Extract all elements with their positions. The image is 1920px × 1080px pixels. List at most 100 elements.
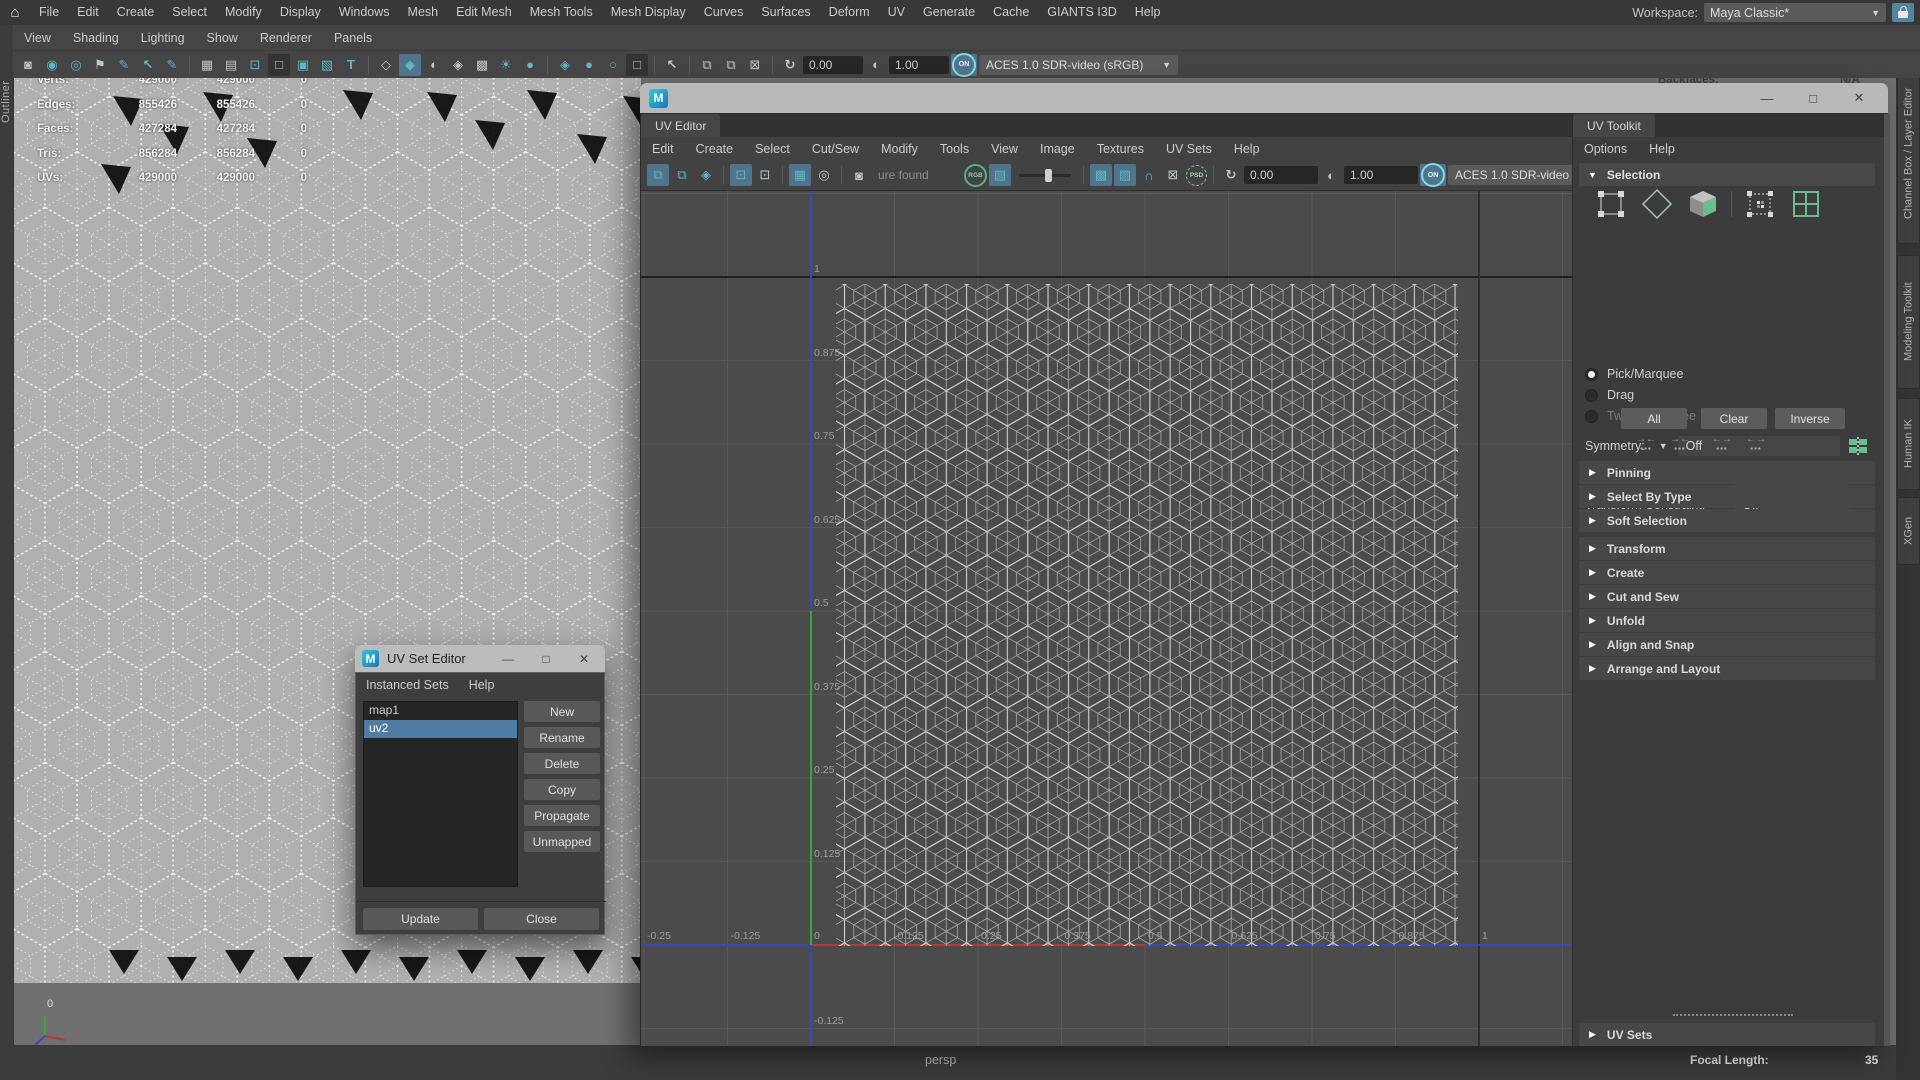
- uv-menu-item[interactable]: Select: [744, 142, 801, 156]
- side-tab[interactable]: Modeling Toolkit: [1897, 255, 1920, 389]
- uv-set-action-button[interactable]: Propagate: [524, 805, 600, 826]
- dim-image-icon[interactable]: [754, 164, 776, 186]
- minimize-icon[interactable]: —: [489, 645, 527, 672]
- image-ratio-icon[interactable]: [1114, 164, 1136, 186]
- pivot-tool-icon[interactable]: [137, 54, 159, 76]
- uv-menu-item[interactable]: Help: [1223, 142, 1271, 156]
- collapsed-section[interactable]: ▶ Soft Selection: [1579, 509, 1875, 532]
- field-chart-icon[interactable]: [292, 54, 314, 76]
- menu-item[interactable]: Surfaces: [752, 0, 819, 25]
- colorspace-dropdown[interactable]: ACES 1.0 SDR-video (sRGB) ▼: [979, 54, 1178, 75]
- menu-item[interactable]: Create: [108, 0, 164, 25]
- panel-menu-item[interactable]: Lighting: [130, 31, 196, 45]
- close-icon[interactable]: ✕: [565, 645, 603, 672]
- uv-menu-item[interactable]: Create: [685, 142, 745, 156]
- edge-select-icon[interactable]: [1639, 186, 1675, 222]
- uv-editor-titlebar[interactable]: M — □ ✕: [640, 83, 1888, 113]
- uv-menu-item[interactable]: Textures: [1086, 142, 1155, 156]
- shrink-shell-icon[interactable]: →← ▪▪▪: [1667, 435, 1693, 455]
- mode-radio[interactable]: Drag: [1585, 388, 1634, 402]
- action-button[interactable]: All: [1621, 408, 1687, 429]
- panel-menu-item[interactable]: Renderer: [249, 31, 323, 45]
- maximize-icon[interactable]: □: [1790, 83, 1836, 113]
- dialog-menu-item[interactable]: Help: [459, 678, 505, 692]
- panel-menu-item[interactable]: Shading: [62, 31, 130, 45]
- uv-shell-select-icon[interactable]: [1788, 186, 1824, 222]
- bookmark-icon[interactable]: [89, 54, 111, 76]
- tab-uv-toolkit[interactable]: UV Toolkit: [1573, 114, 1655, 137]
- view-transform-toggle[interactable]: ON: [951, 52, 977, 77]
- dialog-menu-item[interactable]: Instanced Sets: [356, 678, 459, 692]
- isolate-select-icon[interactable]: [661, 54, 683, 76]
- menu-item[interactable]: Edit Mesh: [447, 0, 521, 25]
- pixel-snap-icon[interactable]: [789, 164, 811, 186]
- menu-item[interactable]: GIANTS I3D: [1038, 0, 1125, 25]
- textured-icon[interactable]: [447, 54, 469, 76]
- workspace-lock-button[interactable]: [1892, 3, 1914, 22]
- tab-uv-editor[interactable]: UV Editor: [641, 114, 721, 137]
- grow-selection-icon[interactable]: ←→ ▪▪▪: [1743, 435, 1769, 455]
- pencil-icon[interactable]: [161, 54, 183, 76]
- maximize-icon[interactable]: □: [527, 645, 565, 672]
- stack-shells-icon[interactable]: [671, 164, 693, 186]
- menu-item[interactable]: UV: [879, 0, 914, 25]
- toolkit-scrollbar[interactable]: [1884, 114, 1890, 1046]
- uv-set-editor-titlebar[interactable]: M UV Set Editor — □ ✕: [355, 645, 605, 672]
- uv-set-action-button[interactable]: Delete: [524, 753, 600, 774]
- distortion-icon[interactable]: [695, 164, 717, 186]
- uv-set-action-button[interactable]: New: [524, 701, 600, 722]
- side-tab[interactable]: Channel Box / Layer Editor: [1897, 62, 1920, 244]
- zoom-region-icon[interactable]: [744, 54, 766, 76]
- menu-item[interactable]: Deform: [820, 0, 879, 25]
- collapsed-section[interactable]: ▶ Select By Type: [1579, 485, 1875, 508]
- uv-set-action-button[interactable]: Unmapped: [524, 831, 600, 852]
- face-select-icon[interactable]: [1685, 186, 1721, 222]
- menu-item[interactable]: Curves: [695, 0, 753, 25]
- uv-gamma-field[interactable]: 1.00: [1344, 166, 1418, 184]
- exposure-field[interactable]: 0.00: [803, 55, 863, 74]
- psd-update-icon[interactable]: PSD: [1186, 164, 1207, 186]
- uv-set-list[interactable]: map1 uv2: [363, 701, 518, 887]
- toolkit-menu-item[interactable]: Help: [1638, 142, 1686, 156]
- shadows-icon[interactable]: [519, 54, 541, 76]
- uv-select-icon[interactable]: [1742, 186, 1778, 222]
- wireframe-icon[interactable]: [375, 54, 397, 76]
- side-tab[interactable]: XGen: [1897, 497, 1920, 565]
- grow-shell-icon[interactable]: ←→ ▪▪▪: [1709, 435, 1735, 455]
- pinch-uv-icon[interactable]: [1138, 164, 1160, 186]
- menu-item[interactable]: Generate: [914, 0, 984, 25]
- uv-view-transform-toggle[interactable]: ON: [1420, 163, 1446, 187]
- menu-item[interactable]: Edit: [68, 0, 108, 25]
- texture-name-field[interactable]: ure found: [872, 166, 962, 184]
- toolkit-menu-item[interactable]: Options: [1573, 142, 1638, 156]
- flat-shade-icon[interactable]: [423, 54, 445, 76]
- menu-item[interactable]: Help: [1126, 0, 1170, 25]
- gate-mask-icon[interactable]: [268, 53, 290, 76]
- tile-layout-icon[interactable]: [647, 164, 669, 186]
- exposure-box-icon[interactable]: [626, 53, 648, 76]
- film-gate-icon[interactable]: [220, 54, 242, 76]
- collapsed-section[interactable]: ▶ Arrange and Layout: [1579, 657, 1875, 680]
- ink-pen-icon[interactable]: [113, 54, 135, 76]
- uv-set-action-button[interactable]: Copy: [524, 779, 600, 800]
- grid-icon[interactable]: [196, 54, 218, 76]
- uv-set-action-button[interactable]: Rename: [524, 727, 600, 748]
- resolution-gate-icon[interactable]: [244, 54, 266, 76]
- panel-menu-item[interactable]: View: [13, 31, 62, 45]
- outliner-tab[interactable]: Outliner: [0, 33, 13, 123]
- camera-lock-icon[interactable]: [41, 54, 63, 76]
- collapsed-section[interactable]: ▶ Pinning: [1579, 461, 1875, 484]
- menu-item[interactable]: Select: [163, 0, 216, 25]
- minimize-icon[interactable]: —: [1744, 83, 1790, 113]
- panel-splitter[interactable]: [1673, 1014, 1793, 1016]
- camera-attributes-icon[interactable]: [65, 54, 87, 76]
- menu-item[interactable]: Mesh Display: [602, 0, 695, 25]
- checker-tiles-icon[interactable]: [1090, 164, 1112, 186]
- selection-section-header[interactable]: ▼ Selection: [1579, 163, 1875, 186]
- footer-button[interactable]: Update: [363, 908, 478, 930]
- uv-set-item[interactable]: map1: [364, 702, 517, 720]
- display-image-icon[interactable]: [989, 164, 1011, 186]
- uv-menu-item[interactable]: Modify: [870, 142, 929, 156]
- action-button[interactable]: Clear: [1701, 408, 1767, 429]
- smooth-shade-icon[interactable]: [399, 53, 421, 76]
